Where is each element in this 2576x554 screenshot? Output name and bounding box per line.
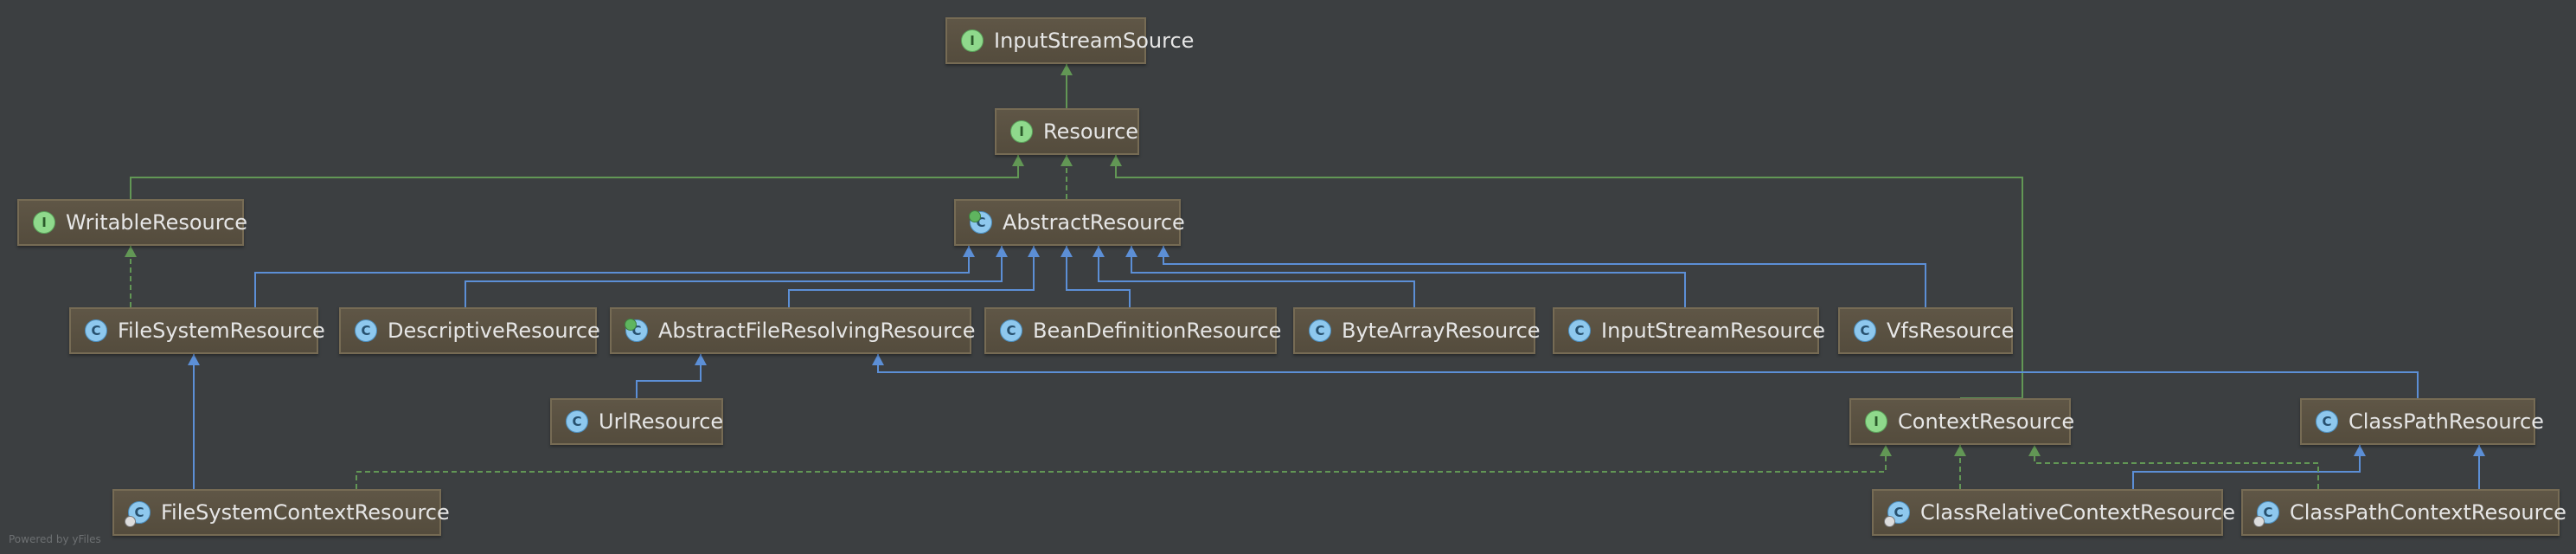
node-class-relative-context-resource[interactable]: C ClassRelativeContextResource (1872, 489, 2235, 536)
arrowhead-icon (1061, 246, 1073, 257)
node-label: InputStreamResource (1601, 319, 1826, 343)
interface-icon: I (1865, 410, 1887, 433)
node-vfs-resource[interactable]: C VfsResource (1838, 307, 2015, 354)
node-abstract-resource[interactable]: C AbstractResource (954, 199, 1185, 246)
node-file-system-context-resource[interactable]: C FileSystemContextResource (112, 489, 450, 536)
arrowhead-icon (1012, 155, 1024, 166)
interface-icon: I (33, 211, 55, 234)
arrowhead-icon (1954, 445, 1966, 456)
node-label: DescriptiveResource (388, 319, 600, 343)
node-label: UrlResource (599, 409, 724, 434)
node-label: FileSystemContextResource (161, 500, 450, 525)
arrowhead-icon (1157, 246, 1169, 257)
node-class-path-context-resource[interactable]: C ClassPathContextResource (2241, 489, 2566, 536)
node-label: BeanDefinitionResource (1033, 319, 1282, 343)
edge-class-path-resource-to-abstract-file-resolving-resource (877, 354, 2419, 398)
node-url-resource[interactable]: C UrlResource (550, 398, 723, 445)
arrowhead-icon (996, 246, 1008, 257)
arrowhead-icon (1028, 246, 1040, 257)
node-label: VfsResource (1887, 319, 2015, 343)
class-icon: C (85, 319, 107, 342)
arrowhead-icon (1061, 155, 1073, 166)
node-input-stream-source[interactable]: I InputStreamSource (945, 17, 1194, 64)
class-icon: C (1854, 319, 1876, 342)
pin-icon (1884, 516, 1895, 527)
node-label: FileSystemResource (118, 319, 325, 343)
arrowhead-icon (1125, 246, 1137, 257)
node-label: ClassPathContextResource (2290, 500, 2566, 525)
arrowhead-icon (125, 246, 137, 257)
node-abstract-file-resolving-resource[interactable]: C AbstractFileResolvingResource (610, 307, 976, 354)
edge-file-system-context-resource-to-context-resource (356, 445, 1887, 489)
arrowhead-icon (872, 354, 884, 365)
node-input-stream-resource[interactable]: C InputStreamResource (1553, 307, 1825, 354)
node-class-path-resource[interactable]: C ClassPathResource (2300, 398, 2544, 445)
class-icon: C (1568, 319, 1591, 342)
class-icon: C (2253, 501, 2279, 527)
edge-context-resource-to-resource (1115, 155, 2023, 399)
arrowhead-icon (963, 246, 975, 257)
edge-class-path-context-resource-to-context-resource (2034, 445, 2319, 489)
node-bean-definition-resource[interactable]: C BeanDefinitionResource (984, 307, 1281, 354)
arrowhead-icon (1061, 64, 1073, 75)
uml-class-diagram: I InputStreamSource I Resource I WritableReso… (0, 0, 2576, 554)
edge-byte-array-resource-to-abstract-resource (1098, 246, 1415, 307)
interface-icon: I (1010, 120, 1033, 143)
arrowhead-icon (1093, 246, 1105, 257)
arrowhead-icon (2473, 445, 2485, 456)
class-icon: C (125, 501, 151, 527)
node-byte-array-resource[interactable]: C ByteArrayResource (1293, 307, 1541, 354)
node-label: ClassPathResource (2349, 409, 2544, 434)
node-label: WritableResource (66, 210, 248, 235)
edge-input-stream-resource-to-abstract-resource (1131, 246, 1686, 307)
node-context-resource[interactable]: I ContextResource (1849, 398, 2075, 445)
node-descriptive-resource[interactable]: C DescriptiveResource (339, 307, 600, 354)
arrowhead-icon (1110, 155, 1122, 166)
node-label: AbstractResource (1003, 210, 1185, 235)
edge-descriptive-resource-to-abstract-resource (465, 246, 1003, 307)
arrowhead-icon (1880, 445, 1892, 456)
class-icon: C (1884, 501, 1910, 527)
class-icon: C (1000, 319, 1022, 342)
class-icon: C (1309, 319, 1331, 342)
node-label: ContextResource (1898, 409, 2075, 434)
edges-layer (125, 64, 2485, 489)
node-file-system-resource[interactable]: C FileSystemResource (69, 307, 325, 354)
edge-file-system-resource-to-abstract-resource (254, 246, 970, 307)
edge-writable-resource-to-resource (130, 155, 1019, 199)
class-icon: C (566, 410, 588, 433)
arrowhead-icon (2354, 445, 2366, 456)
abstract-class-icon: C (625, 319, 648, 342)
node-label: ByteArrayResource (1342, 319, 1541, 343)
edge-vfs-resource-to-abstract-resource (1163, 246, 1926, 307)
interface-icon: I (961, 29, 984, 52)
abstract-class-icon: C (969, 210, 992, 234)
pin-icon (125, 516, 136, 527)
class-icon: C (355, 319, 377, 342)
node-writable-resource[interactable]: I WritableResource (17, 199, 248, 246)
node-label: ClassRelativeContextResource (1920, 500, 2236, 525)
arrowhead-icon (188, 354, 200, 365)
edge-url-resource-to-abstract-file-resolving-resource (636, 354, 702, 398)
node-label: InputStreamSource (994, 29, 1195, 53)
class-icon: C (2316, 410, 2338, 433)
pin-icon (2253, 516, 2265, 527)
node-label: Resource (1043, 119, 1139, 144)
watermark: Powered by yFiles (9, 533, 101, 545)
node-label: AbstractFileResolvingResource (658, 319, 976, 343)
node-resource[interactable]: I Resource (995, 108, 1139, 155)
arrowhead-icon (695, 354, 707, 365)
arrowhead-icon (2028, 445, 2041, 456)
edge-class-relative-context-resource-to-class-path-resource (2132, 445, 2361, 489)
